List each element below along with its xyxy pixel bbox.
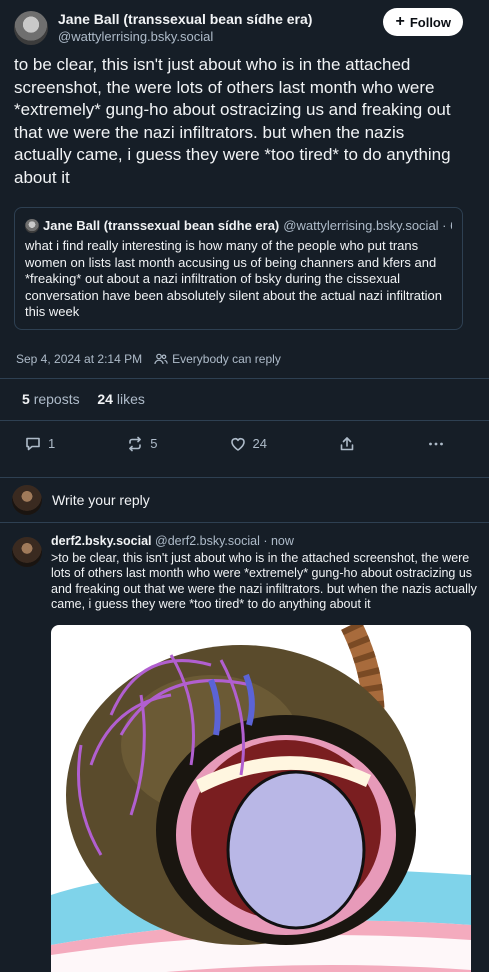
quote-text: what i find really interesting is how ma… xyxy=(25,238,442,319)
quote-handle-time: @wattylerrising.bsky.social · 6h xyxy=(283,218,452,233)
more-options-action[interactable] xyxy=(427,435,445,453)
reposts-label[interactable]: reposts xyxy=(34,391,80,407)
repost-icon xyxy=(129,436,142,451)
likes-label[interactable]: likes xyxy=(117,391,145,407)
post-timestamp[interactable]: Sep 4, 2024 at 2:14 PM xyxy=(16,352,142,366)
reply-author-avatar[interactable] xyxy=(12,536,42,567)
repost-count: 5 xyxy=(150,436,158,451)
author-display-name[interactable]: Jane Ball (transsexual bean sídhe era) xyxy=(58,10,312,28)
meme-illustration xyxy=(51,624,471,972)
reply-input[interactable]: Write your reply xyxy=(52,492,150,508)
reply-composer[interactable]: Write your reply xyxy=(0,476,489,523)
reply-body: derf2.bsky.social @derf2.bsky.social · n… xyxy=(51,533,477,972)
reply-image[interactable] xyxy=(51,624,471,972)
reply-header: derf2.bsky.social @derf2.bsky.social · n… xyxy=(51,533,477,549)
reply-action[interactable]: 1 xyxy=(24,435,55,453)
reply-icon xyxy=(26,437,40,450)
like-action[interactable]: 24 xyxy=(229,435,267,453)
reply-display-name[interactable]: derf2.bsky.social xyxy=(51,534,152,548)
reply-setting[interactable]: Everybody can reply xyxy=(172,352,281,366)
action-bar: 1 5 24 xyxy=(14,421,475,467)
post-text: to be clear, this isn't just about who i… xyxy=(14,55,451,187)
reply-count: 1 xyxy=(48,436,56,451)
quote-header: Jane Ball (transsexual bean sídhe era) @… xyxy=(25,218,452,234)
main-post: Jane Ball (transsexual bean sídhe era) @… xyxy=(0,0,489,467)
share-icon xyxy=(340,436,354,450)
author-meta: Jane Ball (transsexual bean sídhe era) @… xyxy=(58,10,312,46)
author-avatar[interactable] xyxy=(14,11,48,45)
heart-icon xyxy=(230,437,245,451)
quoted-post[interactable]: Jane Ball (transsexual bean sídhe era) @… xyxy=(14,207,463,330)
people-icon xyxy=(154,353,168,364)
reply-text: >to be clear, this isn't just about who … xyxy=(51,550,477,612)
quote-author-avatar xyxy=(25,219,39,233)
likes-count[interactable]: 24 xyxy=(97,391,113,407)
follow-button[interactable]: + Follow xyxy=(383,8,463,36)
follow-label: Follow xyxy=(409,14,451,30)
more-options-icon xyxy=(429,442,443,445)
share-action[interactable] xyxy=(338,435,356,453)
engagement-stats: 5 reposts 24 likes xyxy=(0,377,489,421)
repost-action[interactable]: 5 xyxy=(126,435,157,453)
current-user-avatar xyxy=(12,484,42,515)
plus-icon: + xyxy=(395,13,405,30)
author-handle[interactable]: @wattylerrising.bsky.social xyxy=(58,28,312,46)
reposts-count[interactable]: 5 xyxy=(22,391,30,407)
reply-post: derf2.bsky.social @derf2.bsky.social · n… xyxy=(0,523,489,972)
reply-handle-time[interactable]: @derf2.bsky.social · now xyxy=(155,534,294,548)
like-count: 24 xyxy=(252,436,267,451)
post-timestamp-row: Sep 4, 2024 at 2:14 PM Everybody can rep… xyxy=(14,352,475,366)
quote-display-name: Jane Ball (transsexual bean sídhe era) xyxy=(43,218,280,233)
